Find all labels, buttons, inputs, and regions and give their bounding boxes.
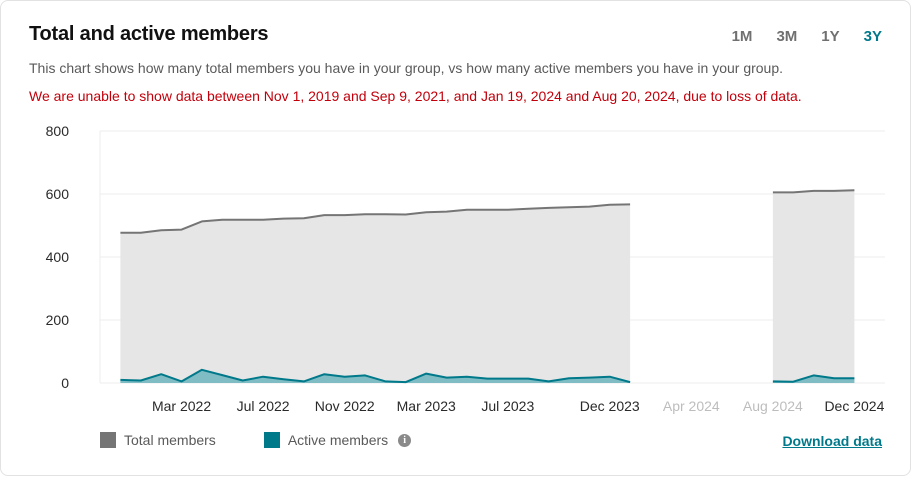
download-data-link[interactable]: Download data [782, 433, 882, 449]
active-members-swatch [263, 432, 280, 448]
chart-title: Total and active members [29, 23, 269, 45]
y-axis-ticks: 0 200 400 600 800 [46, 123, 70, 391]
legend-total-members: Total members [100, 432, 216, 448]
x-tick-label: Mar 2023 [397, 398, 456, 414]
x-tick-label: Jul 2023 [481, 398, 534, 414]
range-3m-button[interactable]: 3M [776, 28, 797, 45]
chart-description: This chart shows how many total members … [29, 60, 784, 76]
area-series [120, 189, 855, 384]
total-members-label: Total members [124, 432, 216, 448]
y-tick-label: 400 [46, 249, 70, 265]
x-tick-label: Jul 2022 [237, 398, 290, 414]
members-area-chart: 0200400600800 Mar 2022 Jul 2022 Nov 2022 Ma… [46, 123, 885, 414]
x-tick-label: Dec 2023 [580, 398, 640, 414]
y-tick-label: 800 [46, 123, 70, 139]
total-members-area-fill-0 [120, 204, 631, 383]
x-axis-ticks: Mar 2022 Jul 2022 Nov 2022 Mar 2023 Jul 2023… [152, 398, 885, 414]
data-loss-warning: We are unable to show data between Nov 1… [29, 88, 802, 104]
total-members-area-fill-1 [772, 190, 855, 383]
active-members-label: Active members [287, 432, 389, 448]
y-tick-label: 0 [61, 375, 69, 391]
range-3y-button[interactable]: 3Y [864, 28, 882, 45]
legend-active-members: Active members i [263, 432, 412, 448]
x-tick-label: Apr 2024 [663, 398, 720, 414]
range-1y-button[interactable]: 1Y [821, 28, 839, 45]
x-tick-label: Mar 2022 [152, 398, 211, 414]
x-tick-label: Nov 2022 [315, 398, 375, 414]
y-tick-label: 200 [46, 312, 70, 328]
x-tick-label: Aug 2024 [743, 398, 803, 414]
info-icon[interactable]: i [398, 433, 412, 447]
range-1m-button[interactable]: 1M [732, 28, 753, 45]
y-tick-label: 600 [46, 186, 70, 202]
total-members-swatch [100, 432, 116, 448]
chart-legend: Total members Active members i [100, 432, 459, 448]
time-range-selector: 1M 3M 1Y 3Y [708, 28, 882, 45]
chart-card: Total and active members 1M 3M 1Y 3Y Thi… [0, 0, 911, 476]
x-tick-label: Dec 2024 [824, 398, 884, 414]
